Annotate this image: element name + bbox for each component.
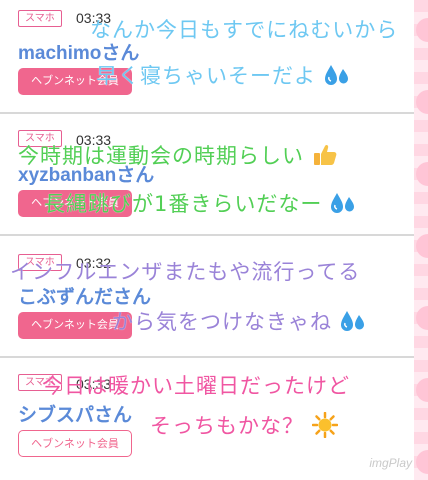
caption-line: 長縄跳びが1番きらいだなー bbox=[44, 188, 356, 220]
stripe-bump bbox=[416, 450, 428, 474]
sweat-drops-icon bbox=[324, 63, 350, 92]
stripe-bump bbox=[416, 306, 428, 330]
sun-icon bbox=[311, 411, 338, 443]
caption-text: 今時期は運動会の時期らしい bbox=[18, 144, 304, 168]
caption-text: から気をつけなきゃね bbox=[112, 310, 332, 334]
sweat-drops-icon bbox=[330, 191, 356, 220]
right-decorative-stripe bbox=[414, 0, 428, 480]
watermark: imgPlay bbox=[369, 456, 412, 470]
username-link[interactable]: シブスパさん bbox=[18, 400, 132, 427]
stripe-bump bbox=[416, 234, 428, 258]
caption-line: そっちもかな？ bbox=[150, 410, 338, 443]
post-card[interactable]: スマホ 03:32 こぶずんださん ヘブンネット会員 bbox=[0, 236, 414, 356]
stripe-bump bbox=[416, 90, 428, 114]
username-link[interactable]: こぶずんださん bbox=[18, 282, 151, 309]
device-badge: スマホ bbox=[18, 10, 62, 27]
caption-text: 長縄跳びが1番きらいだなー bbox=[44, 192, 323, 216]
caption-line: から気をつけなきゃね bbox=[112, 306, 366, 338]
thumbs-up-icon bbox=[312, 143, 338, 172]
caption-line: 今時期は運動会の時期らしい bbox=[18, 140, 338, 172]
caption-text: 早く寝ちゃいそーだよ bbox=[96, 64, 316, 88]
caption-line: インフルエンザまたもや流行ってる bbox=[10, 260, 361, 284]
caption-line: なんか今日もすでにねむいから bbox=[90, 18, 399, 42]
stripe-bump bbox=[416, 162, 428, 186]
caption-text: そっちもかな？ bbox=[150, 414, 304, 438]
stripe-bump bbox=[416, 378, 428, 402]
stripe-bump bbox=[416, 18, 428, 42]
sweat-drops-icon bbox=[340, 309, 366, 338]
caption-line: 早く寝ちゃいそーだよ bbox=[96, 60, 350, 92]
caption-line: 今日は暖かい土曜日だったけど bbox=[42, 374, 350, 398]
member-button[interactable]: ヘブンネット会員 bbox=[18, 430, 132, 457]
